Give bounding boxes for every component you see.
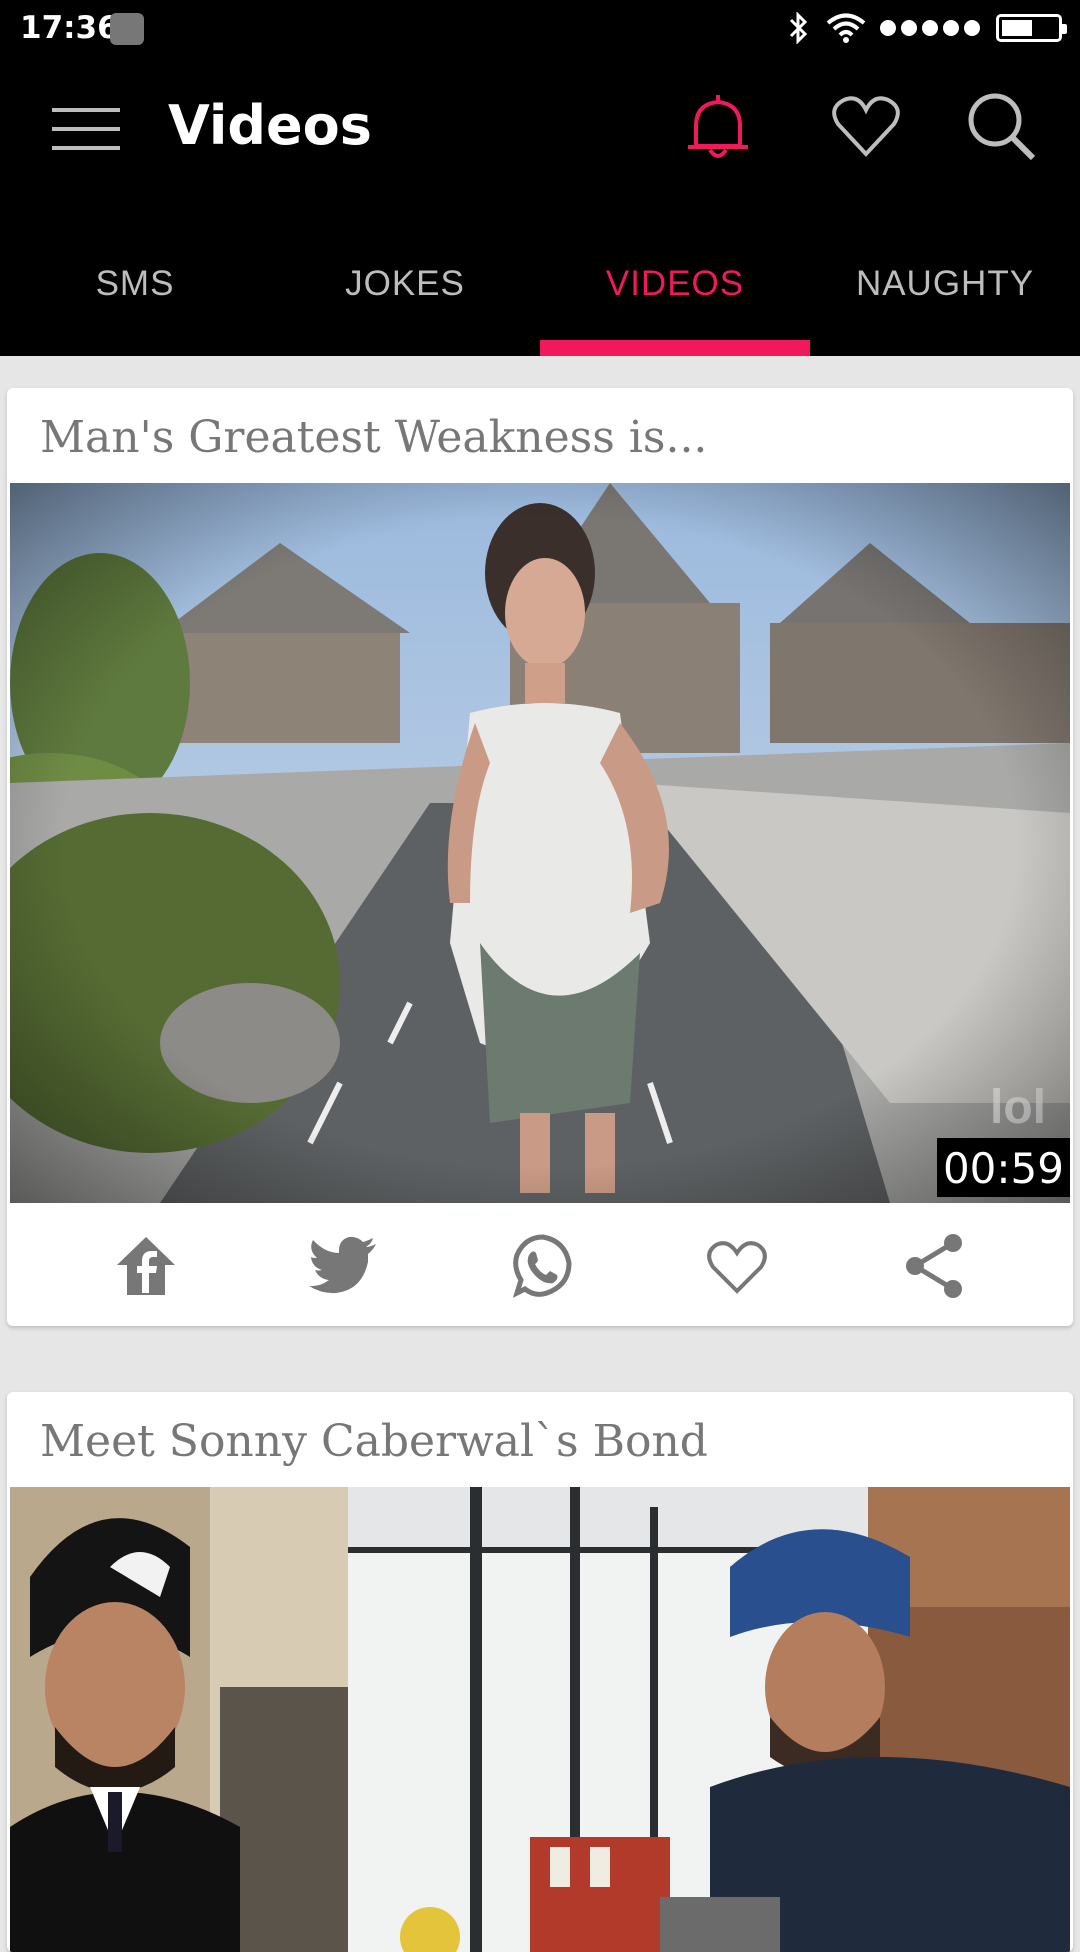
page-title: Videos <box>168 94 372 157</box>
status-time: 17:36 <box>20 10 119 46</box>
whatsapp-icon[interactable] <box>505 1231 575 1301</box>
video-duration: 00:59 <box>936 1138 1070 1197</box>
video-title[interactable]: Man's Greatest Weakness is... <box>40 412 707 463</box>
tab-jokes[interactable]: JOKES <box>270 256 540 356</box>
video-card[interactable]: Meet Sonny Caberwal`s Bond <box>7 1392 1073 1952</box>
signal-dots-icon <box>880 20 980 36</box>
search-icon[interactable] <box>965 90 1039 164</box>
battery-icon <box>996 14 1067 42</box>
status-icons <box>788 12 1067 44</box>
tab-naughty[interactable]: NAUGHTY <box>810 256 1080 356</box>
bell-icon[interactable] <box>680 90 756 166</box>
app-bar: Videos <box>0 58 1080 256</box>
video-card[interactable]: Man's Greatest Weakness is... 00:59 <box>7 388 1073 1326</box>
share-actions <box>7 1220 1073 1312</box>
screenshot-icon <box>110 13 144 45</box>
wifi-icon <box>826 13 866 43</box>
facebook-icon[interactable] <box>111 1231 181 1301</box>
status-bar: 17:36 <box>0 0 1080 58</box>
video-thumbnail[interactable]: lol <box>10 483 1070 1203</box>
tab-sms[interactable]: SMS <box>0 256 270 356</box>
video-thumbnail[interactable] <box>10 1487 1070 1952</box>
video-title[interactable]: Meet Sonny Caberwal`s Bond <box>40 1416 708 1467</box>
twitter-icon[interactable] <box>308 1231 378 1301</box>
heart-outline-icon[interactable] <box>702 1231 772 1301</box>
bluetooth-icon <box>789 12 808 44</box>
active-tab-indicator <box>540 340 810 356</box>
share-icon[interactable] <box>899 1231 969 1301</box>
heart-icon[interactable] <box>830 90 902 162</box>
menu-icon[interactable] <box>52 108 120 154</box>
